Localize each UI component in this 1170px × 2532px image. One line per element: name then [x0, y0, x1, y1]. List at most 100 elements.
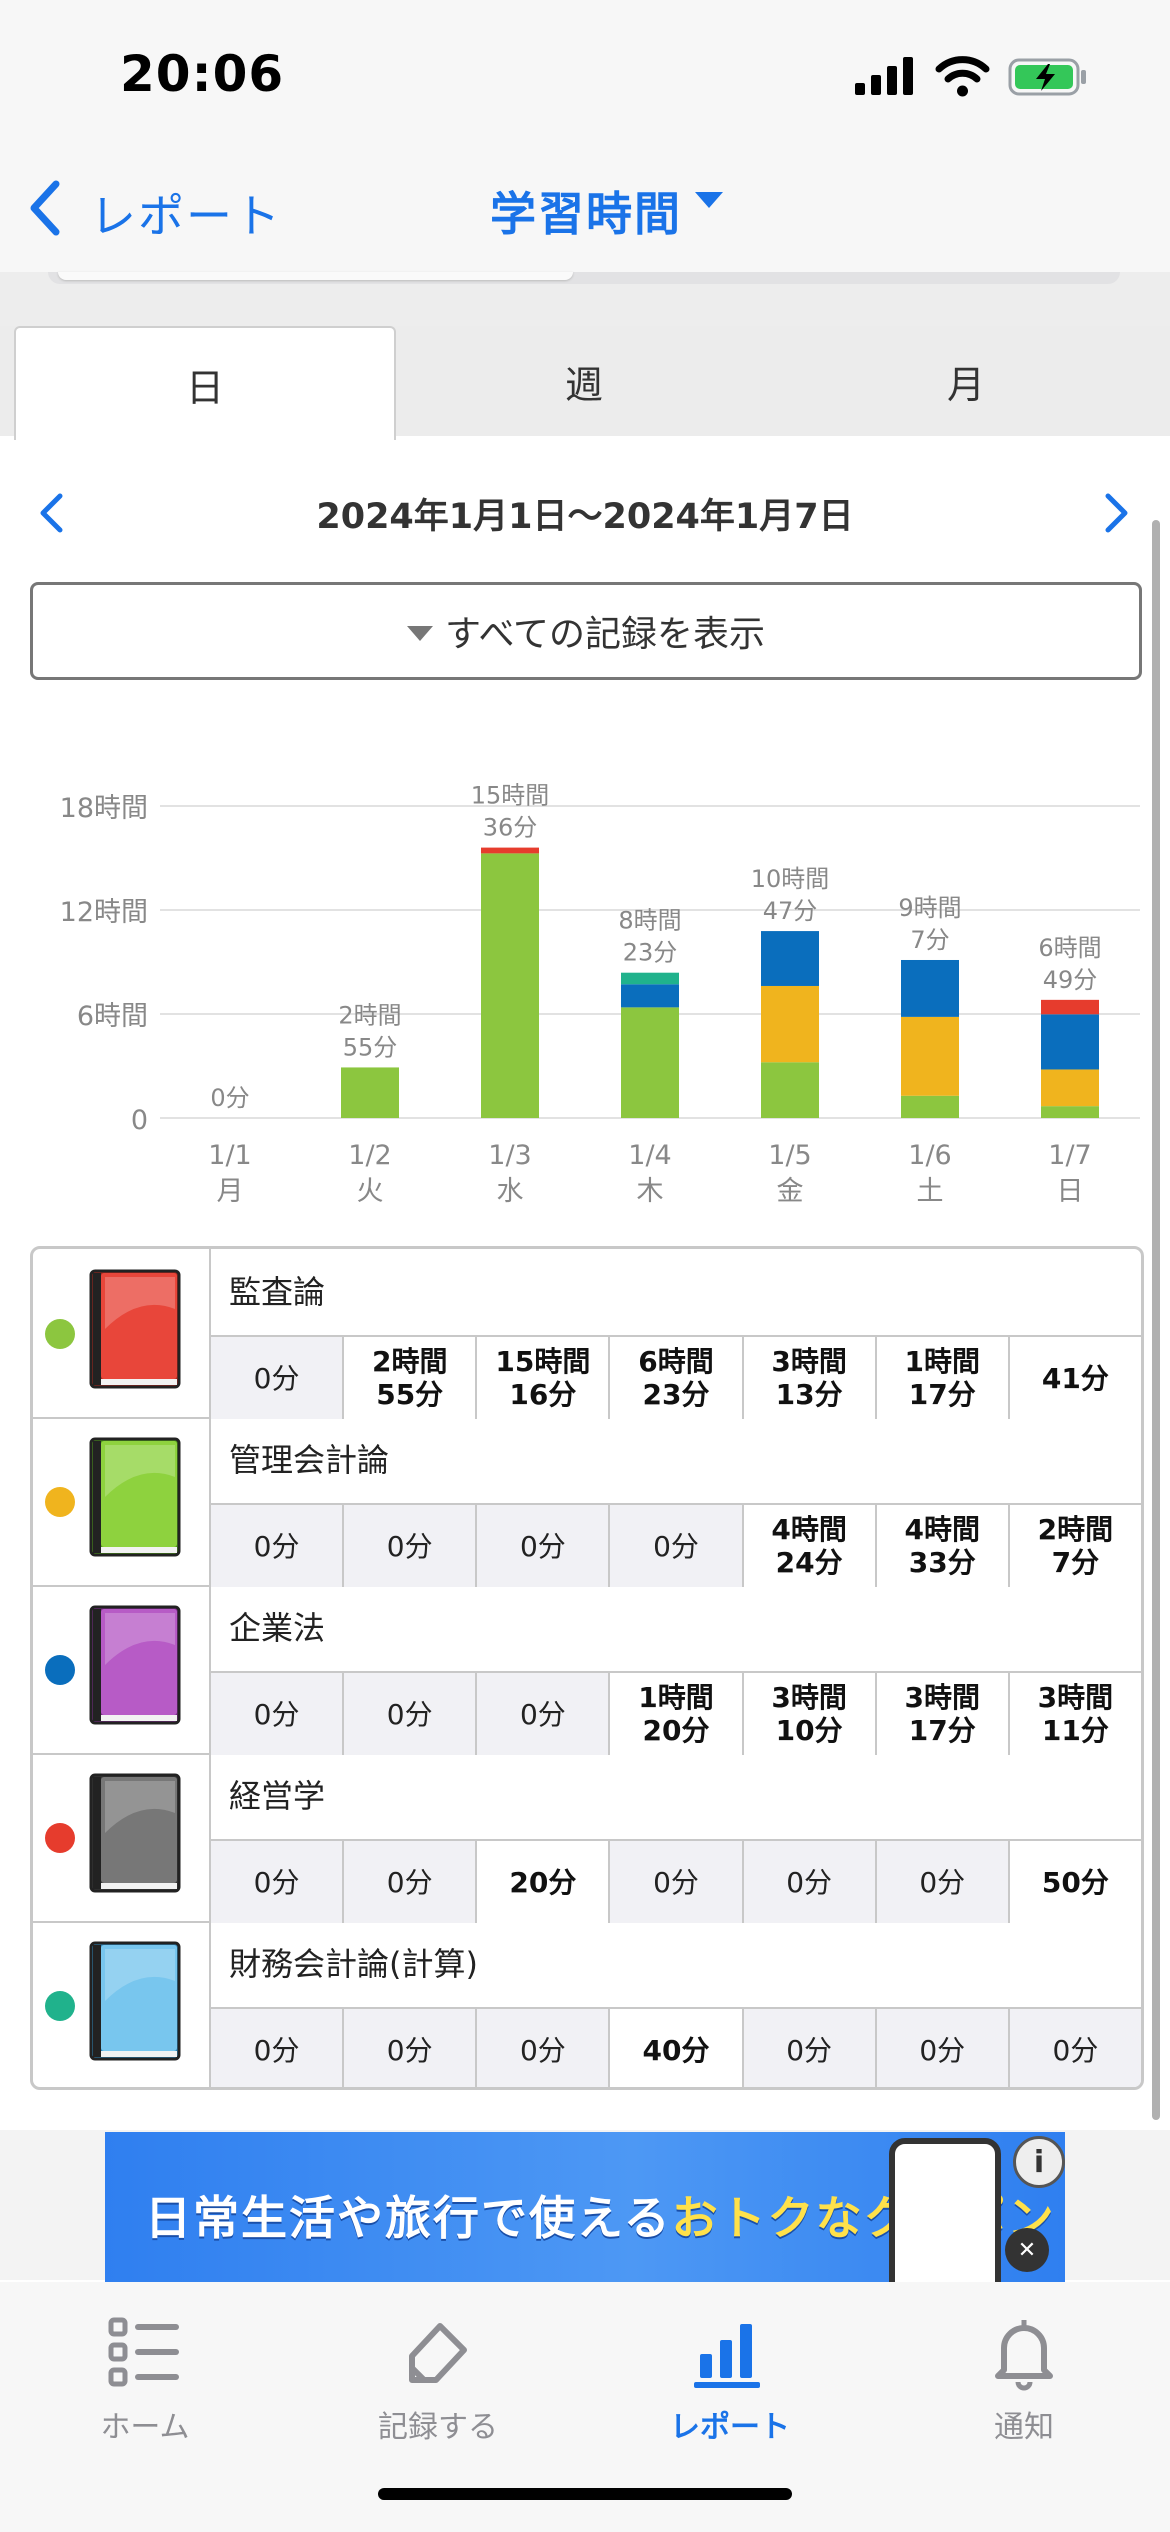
daily-time-cell: 0分	[211, 1673, 345, 1755]
bar-total-label: 0分	[210, 1084, 249, 1112]
bar-segment	[1041, 999, 1099, 1015]
daily-time-cell: 0分	[211, 1337, 345, 1419]
bar-chart-icon	[694, 2324, 760, 2388]
book-icon	[89, 1773, 181, 1893]
bell-icon	[995, 2320, 1053, 2391]
bar-segment	[761, 1062, 819, 1118]
daily-time-cell: 0分	[610, 1505, 744, 1587]
daily-time-cell: 0分	[477, 1673, 611, 1755]
subject-name: 企業法	[229, 1609, 326, 1647]
bar-segment	[1041, 1069, 1099, 1107]
subject-row[interactable]: 企業法 0分 0分 0分 1時間 20分 3時間 10分 3時間 17分 3時間 11分	[33, 1585, 1141, 1755]
bar-segment	[621, 972, 679, 985]
ad-info-icon[interactable]: i	[1013, 2136, 1065, 2188]
daily-time-cell: 0分	[344, 1841, 478, 1923]
segmented-control-selected-edge	[58, 272, 573, 280]
y-tick-label: 12時間	[60, 897, 148, 928]
tabbar-home-label: ホーム	[100, 2410, 190, 2445]
x-tick-day: 木	[637, 1176, 664, 1207]
daily-time-cell: 40分	[610, 2009, 744, 2087]
back-button[interactable]: レポート	[90, 180, 282, 246]
tabbar-notifications-label: 通知	[994, 2410, 1054, 2445]
wifi-icon	[935, 56, 990, 97]
report-type-selector[interactable]: 学習時間	[490, 178, 682, 244]
book-icon	[89, 1941, 181, 2061]
bar-segment	[621, 1007, 679, 1118]
period-tabs: 日 週 月	[0, 326, 1170, 440]
x-tick-day: 月	[217, 1176, 244, 1207]
daily-time-cell: 50分	[1009, 1841, 1141, 1923]
daily-time-cell: 41分	[1009, 1337, 1141, 1419]
daily-time-cell: 0分	[610, 1841, 744, 1923]
y-tick-label: 0	[131, 1105, 148, 1136]
tabbar-report-label: レポート	[670, 2410, 790, 2445]
book-icon	[89, 1269, 181, 1389]
show-all-records-button[interactable]: すべての記録を表示	[30, 582, 1142, 680]
segment-remnant	[0, 272, 1170, 326]
daily-time-cell: 3時間 11分	[1009, 1673, 1141, 1755]
subject-color-dot	[45, 1319, 75, 1349]
bar-total-label: 7分	[910, 926, 949, 954]
bar-segment	[621, 984, 679, 1008]
daily-time-cell: 3時間 13分	[743, 1337, 877, 1419]
subject-name: 監査論	[229, 1273, 326, 1311]
daily-time-cell: 0分	[477, 2009, 611, 2087]
ad-text-a: 日常生活や旅行で使える	[145, 2191, 672, 2245]
cellular-signal-icon	[855, 57, 913, 95]
bar-segment	[901, 1095, 959, 1118]
subject-row[interactable]: 経営学 0分 0分 20分 0分 0分 0分 50分	[33, 1753, 1141, 1923]
x-tick-date: 1/2	[348, 1140, 391, 1171]
x-tick-day: 金	[777, 1176, 804, 1207]
x-tick-date: 1/4	[628, 1140, 671, 1171]
daily-time-cell: 0分	[344, 1505, 478, 1587]
x-tick-day: 土	[917, 1176, 944, 1207]
bar-segment	[341, 1067, 399, 1118]
tab-month[interactable]: 月	[776, 326, 1156, 436]
daily-time-cells: 0分 0分 0分 0分 4時間 24分 4時間 33分 2時間 7分	[211, 1503, 1141, 1587]
x-tick-date: 1/3	[488, 1140, 531, 1171]
daily-time-cells: 0分 0分 20分 0分 0分 0分 50分	[211, 1839, 1141, 1923]
tabbar-home[interactable]: ホーム	[45, 2312, 245, 2452]
ad-phone-image	[889, 2138, 1001, 2282]
subject-icon-cell	[33, 1417, 211, 1585]
subject-name: 財務会計論(計算)	[229, 1945, 478, 1983]
daily-time-cell: 1時間 20分	[610, 1673, 744, 1755]
tabbar-record-label: 記録する	[378, 2410, 498, 2445]
subject-icon-cell	[33, 1249, 211, 1417]
daily-time-cell: 0分	[876, 2009, 1010, 2087]
ad-banner[interactable]: 日常生活や旅行で使えるおトクなクーポン i ✕	[105, 2132, 1065, 2282]
stacked-bar-chart: 0 6時間 12時間 18時間 0分 1/1 月 2時間 55分 1/2 火 15時間 36分 1/3 水 8…	[60, 782, 1140, 1207]
daily-time-cell: 0分	[211, 1505, 345, 1587]
daily-time-cell: 15時間 16分	[477, 1337, 611, 1419]
tab-week[interactable]: 週	[394, 326, 774, 436]
subject-row[interactable]: 財務会計論(計算) 0分 0分 0分 40分 0分 0分 0分	[33, 1921, 1141, 2087]
daily-time-cell: 6時間 23分	[610, 1337, 744, 1419]
y-tick-label: 18時間	[60, 793, 148, 824]
subject-name: 経営学	[229, 1777, 326, 1815]
subject-row[interactable]: 監査論 0分 2時間 55分 15時間 16分 6時間 23分 3時間 13分 1時間 17分 41分	[33, 1249, 1141, 1419]
bar-total-label: 47分	[763, 897, 818, 925]
tab-day[interactable]: 日	[14, 326, 396, 440]
dropdown-caret-icon[interactable]	[695, 192, 723, 208]
ad-mute-icon[interactable]: ✕	[1005, 2228, 1049, 2272]
daily-time-cell: 2時間 7分	[1009, 1505, 1141, 1587]
tabbar-report[interactable]: レポート	[630, 2312, 830, 2452]
daily-time-cell: 0分	[1009, 2009, 1141, 2087]
book-icon	[89, 1437, 181, 1557]
x-tick-date: 1/6	[908, 1140, 951, 1171]
daily-time-cell: 0分	[876, 1841, 1010, 1923]
subject-color-dot	[45, 1487, 75, 1517]
daily-time-cell: 2時間 55分	[344, 1337, 478, 1419]
list-icon	[108, 2317, 179, 2387]
subject-row[interactable]: 管理会計論 0分 0分 0分 0分 4時間 24分 4時間 33分 2時間 7分	[33, 1417, 1141, 1587]
bar-total-label: 8時間	[618, 907, 681, 935]
tabbar-notifications[interactable]: 通知	[924, 2312, 1124, 2452]
subject-icon-cell	[33, 1585, 211, 1753]
book-icon	[89, 1605, 181, 1725]
daily-time-cell: 20分	[477, 1841, 611, 1923]
back-chevron-icon[interactable]	[28, 178, 62, 238]
tabbar-record[interactable]: 記録する	[338, 2312, 538, 2452]
next-week-icon[interactable]	[1104, 492, 1130, 534]
scrollbar[interactable]	[1152, 520, 1160, 2120]
daily-time-cell: 0分	[344, 1673, 478, 1755]
